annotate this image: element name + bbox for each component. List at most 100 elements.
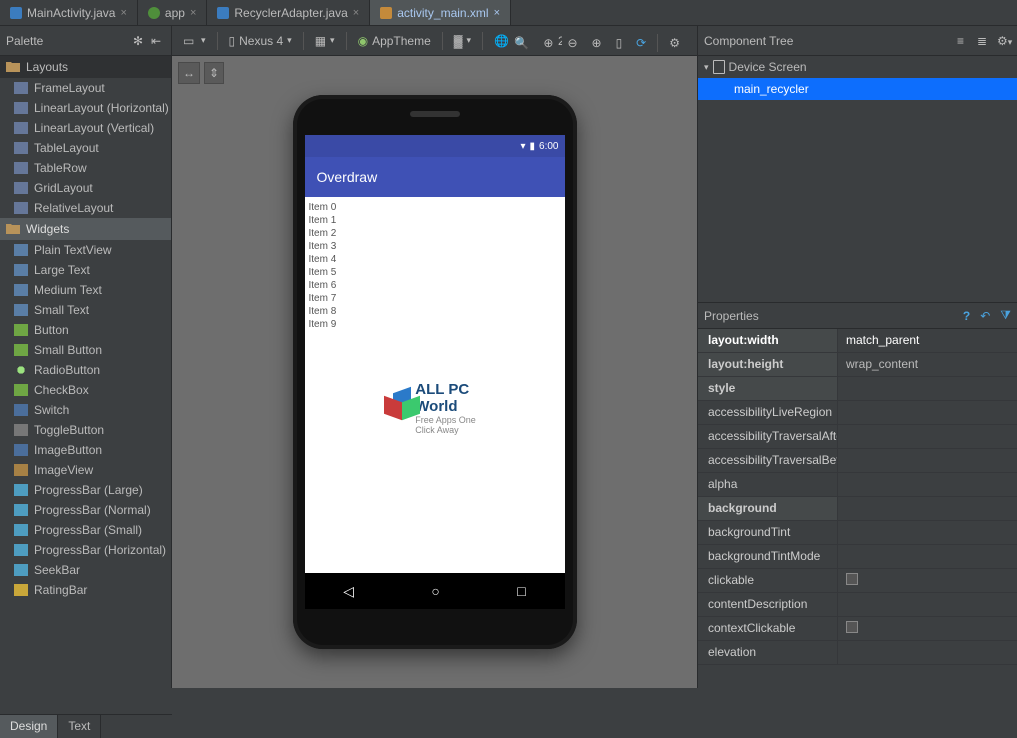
zoom-out-icon[interactable]: ⊖ (562, 32, 582, 54)
tree-gear-icon[interactable]: ⚙▾ (997, 34, 1011, 48)
property-value[interactable] (838, 497, 1017, 520)
property-row[interactable]: accessibilityTraversalBefore (698, 449, 1017, 473)
refresh-icon[interactable]: ⟳ (631, 32, 651, 54)
property-row[interactable]: contextClickable (698, 617, 1017, 641)
variant-btn[interactable]: ▓▾ (449, 30, 476, 52)
property-row[interactable]: backgroundTint (698, 521, 1017, 545)
palette-item[interactable]: ToggleButton (0, 420, 171, 440)
undo-icon[interactable]: ↶ (980, 309, 990, 323)
palette-item[interactable]: ImageButton (0, 440, 171, 460)
palette-item[interactable]: RelativeLayout (0, 198, 171, 218)
property-row[interactable]: backgroundTintMode (698, 545, 1017, 569)
property-row[interactable]: style (698, 377, 1017, 401)
tab-text[interactable]: Text (58, 715, 101, 738)
theme-select[interactable]: ◉ AppTheme (353, 30, 436, 52)
chevron-down-icon[interactable]: ▾ (704, 62, 709, 73)
palette-item[interactable]: SeekBar (0, 560, 171, 580)
checkbox[interactable] (846, 573, 858, 585)
palette-item[interactable]: ProgressBar (Horizontal) (0, 540, 171, 560)
tree-root[interactable]: ▾ Device Screen (698, 56, 1017, 78)
checkbox[interactable] (846, 621, 858, 633)
palette-item[interactable]: Medium Text (0, 280, 171, 300)
tab-design[interactable]: Design (0, 715, 58, 738)
zoom-in-icon[interactable]: ⊕ (587, 32, 607, 54)
property-value[interactable] (838, 641, 1017, 664)
palette-item[interactable]: CheckBox (0, 380, 171, 400)
close-icon[interactable]: × (190, 7, 196, 19)
close-icon[interactable]: × (353, 7, 359, 19)
clipboard-icon[interactable]: ▯ (611, 32, 628, 54)
property-row[interactable]: background (698, 497, 1017, 521)
zoom-actual-icon[interactable]: ⊕ (538, 32, 558, 54)
property-value[interactable]: match_parent (838, 329, 1017, 352)
property-row[interactable]: elevation (698, 641, 1017, 665)
expand-all-icon[interactable]: ≡ (957, 34, 971, 48)
palette-item[interactable]: ProgressBar (Small) (0, 520, 171, 540)
close-icon[interactable]: × (494, 7, 500, 19)
settings-gear-icon[interactable]: ⚙ (664, 32, 685, 54)
preview-area[interactable]: ↔ ⇕ 🔍 ⊕ ⊖ ⊕ ▯ ⟳ ⚙ ▾ ▮ 6:00 (172, 56, 697, 688)
property-row[interactable]: accessibilityLiveRegion (698, 401, 1017, 425)
palette-item[interactable]: RadioButton (0, 360, 171, 380)
component-icon (14, 304, 28, 316)
property-value[interactable] (838, 521, 1017, 544)
palette-item[interactable]: RatingBar (0, 580, 171, 600)
property-value[interactable] (838, 401, 1017, 424)
design-text-tabs: Design Text (0, 714, 172, 738)
property-row[interactable]: layout:heightwrap_content (698, 353, 1017, 377)
filter-icon[interactable]: ⧩ (1000, 308, 1011, 323)
palette-item[interactable]: Large Text (0, 260, 171, 280)
palette-item[interactable]: Switch (0, 400, 171, 420)
close-icon[interactable]: × (120, 7, 126, 19)
property-value[interactable]: wrap_content (838, 353, 1017, 376)
palette-item[interactable]: LinearLayout (Horizontal) (0, 98, 171, 118)
property-value[interactable] (838, 545, 1017, 568)
component-icon (14, 324, 28, 336)
property-row[interactable]: layout:widthmatch_parent (698, 329, 1017, 353)
palette-item[interactable]: Plain TextView (0, 240, 171, 260)
property-row[interactable]: accessibilityTraversalAfter (698, 425, 1017, 449)
property-value[interactable] (838, 569, 1017, 592)
file-tab[interactable]: MainActivity.java× (0, 0, 138, 25)
palette-item[interactable]: ProgressBar (Normal) (0, 500, 171, 520)
property-row[interactable]: contentDescription (698, 593, 1017, 617)
palette-item[interactable]: TableRow (0, 158, 171, 178)
edge-v-icon[interactable]: ⇕ (204, 62, 224, 84)
file-tab[interactable]: activity_main.xml× (370, 0, 511, 25)
layout-btn[interactable]: ▦▾ (310, 30, 340, 52)
palette-item[interactable]: FrameLayout (0, 78, 171, 98)
palette-item[interactable]: ProgressBar (Large) (0, 480, 171, 500)
collapse-icon[interactable]: ⇤ (151, 34, 165, 48)
palette-item[interactable]: TableLayout (0, 138, 171, 158)
palette-item[interactable]: Small Text (0, 300, 171, 320)
palette-item[interactable]: Small Button (0, 340, 171, 360)
palette-group[interactable]: Widgets (0, 218, 171, 240)
status-bar: ▾ ▮ 6:00 (305, 135, 565, 157)
orientation-btn[interactable]: ▭▾ (178, 30, 211, 52)
file-tab[interactable]: app× (138, 0, 207, 25)
property-value[interactable] (838, 425, 1017, 448)
help-icon[interactable]: ? (963, 309, 970, 323)
tree-item-main-recycler[interactable]: main_recycler (698, 78, 1017, 100)
property-value[interactable] (838, 593, 1017, 616)
property-value[interactable] (838, 377, 1017, 400)
file-tab[interactable]: RecyclerAdapter.java× (207, 0, 370, 25)
device-select[interactable]: ▯ Nexus 4▾ (224, 30, 297, 52)
zoom-fit-icon[interactable]: 🔍 (509, 32, 534, 54)
property-row[interactable]: clickable (698, 569, 1017, 593)
palette-item[interactable]: Button (0, 320, 171, 340)
recycler-preview[interactable]: Item 0Item 1Item 2Item 3Item 4Item 5Item… (305, 197, 565, 573)
palette-item[interactable]: ImageView (0, 460, 171, 480)
gear-icon[interactable]: ✻ (133, 34, 147, 48)
palette-item[interactable]: LinearLayout (Vertical) (0, 118, 171, 138)
property-value[interactable] (838, 617, 1017, 640)
palette-item[interactable]: GridLayout (0, 178, 171, 198)
palette-group[interactable]: Layouts (0, 56, 171, 78)
property-value[interactable] (838, 473, 1017, 496)
property-value[interactable] (838, 449, 1017, 472)
collapse-all-icon[interactable]: ≣ (977, 34, 991, 48)
palette-body: LayoutsFrameLayoutLinearLayout (Horizont… (0, 56, 171, 600)
editor-tabs: MainActivity.java×app×RecyclerAdapter.ja… (0, 0, 1017, 26)
edge-h-icon[interactable]: ↔ (178, 62, 200, 84)
property-row[interactable]: alpha (698, 473, 1017, 497)
